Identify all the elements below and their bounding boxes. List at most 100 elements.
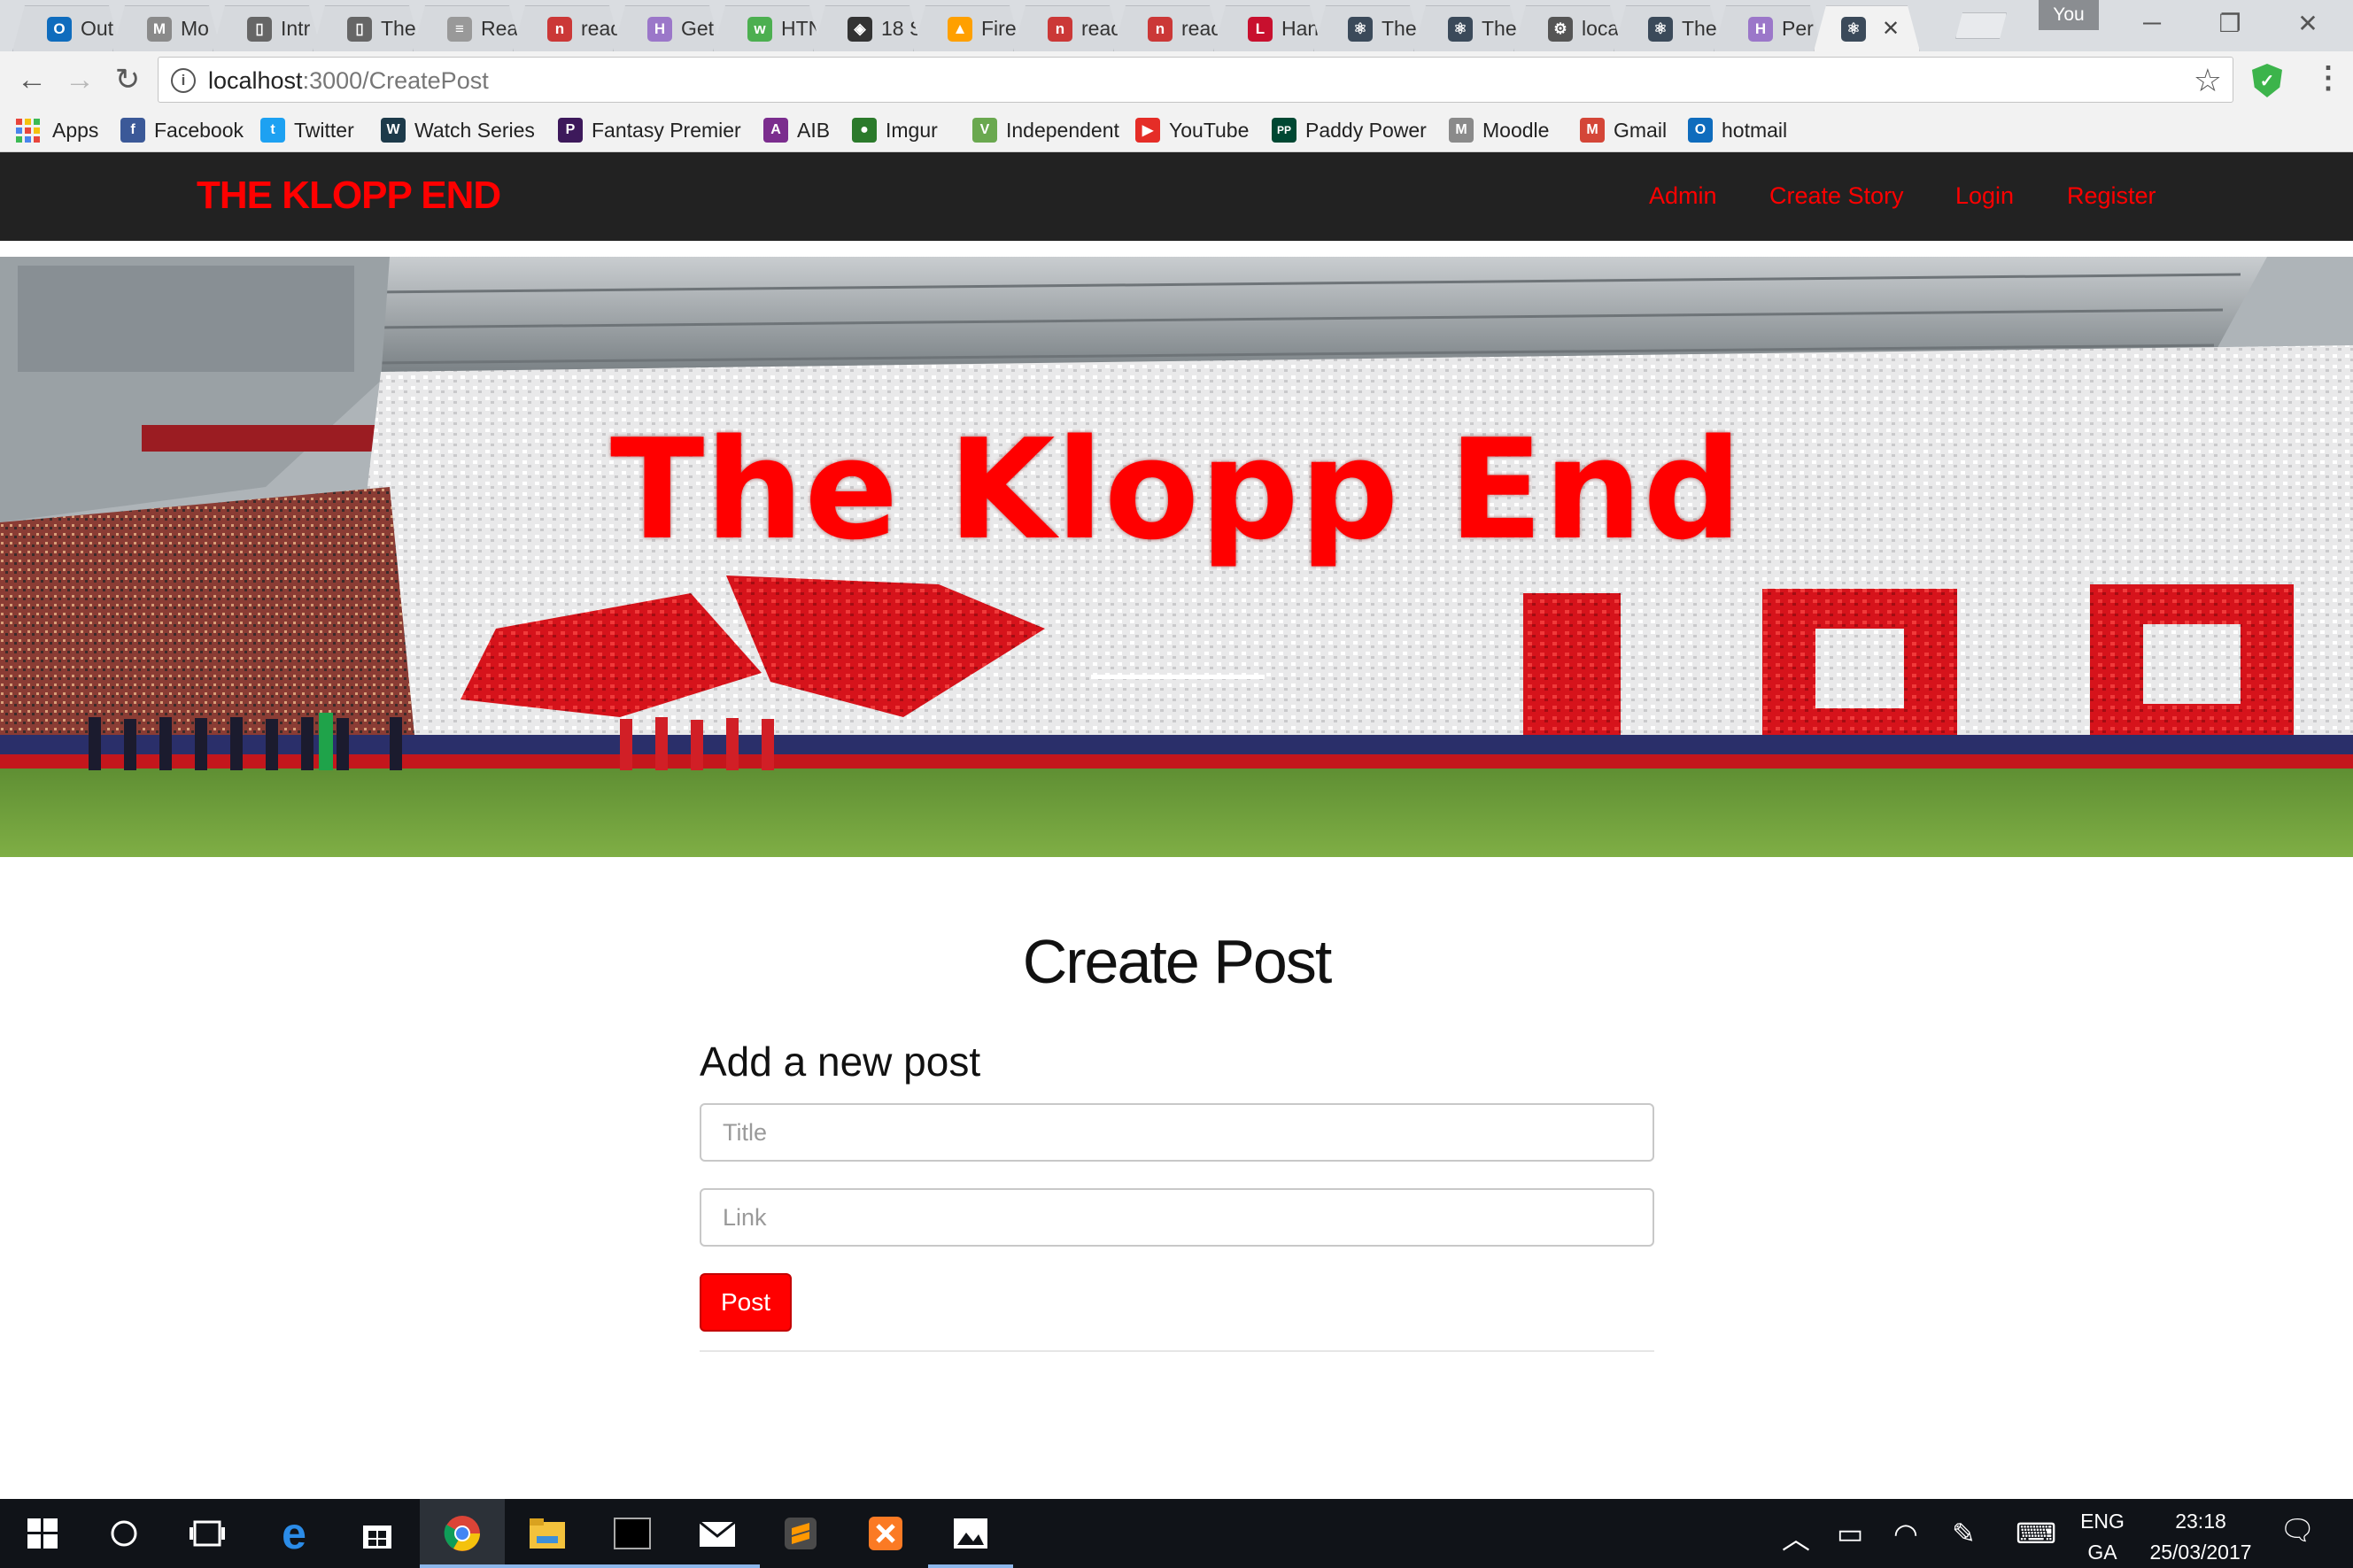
battery-icon[interactable]: ▭ (1837, 1517, 1863, 1550)
gear-icon: ⚙ (1548, 17, 1573, 42)
browser-tab-strip: O Out M Mo ▯ Intr ▯ The ≡ Rea n reac H Get w HTN ◈ 18 S ▲ F… (0, 0, 2353, 51)
browser-tab[interactable]: H Per (1714, 5, 1823, 51)
hero-title: The Klopp End (609, 409, 1744, 570)
apps-grid-icon (16, 118, 40, 143)
restore-button[interactable]: ❐ (2191, 0, 2269, 46)
browser-tab[interactable]: n reac (513, 5, 622, 51)
bookmark-fantasy-premier[interactable]: P Fantasy Premier (558, 115, 741, 145)
xampp-icon[interactable] (843, 1499, 928, 1568)
bookmark-star-icon[interactable]: ☆ (2194, 62, 2222, 99)
browser-tab[interactable]: ⚛ The (1313, 5, 1422, 51)
bookmark-facebook[interactable]: f Facebook (120, 115, 244, 145)
tab-title: Fire (981, 17, 1017, 40)
cortana-icon[interactable] (81, 1499, 166, 1568)
browser-tab[interactable]: M Mo (112, 5, 221, 51)
nav-link-create-story[interactable]: Create Story (1769, 182, 1904, 210)
browser-tab[interactable]: n reac (1013, 5, 1122, 51)
browser-tab[interactable]: ⚙ loca (1513, 5, 1622, 51)
close-window-button[interactable]: ✕ (2269, 0, 2347, 46)
pen-icon[interactable]: ✎ (1952, 1517, 1976, 1550)
bookmark-label: AIB (797, 118, 831, 142)
tab-title: The (1682, 17, 1717, 40)
post-button[interactable]: Post (700, 1273, 792, 1332)
browser-tab[interactable]: H Get (613, 5, 722, 51)
outlook-icon: O (47, 17, 72, 42)
browser-tab[interactable]: ▯ Intr (213, 5, 321, 51)
browser-tab[interactable]: L Han (1213, 5, 1322, 51)
link-input[interactable] (700, 1188, 1654, 1247)
browser-tab[interactable]: w HTN (713, 5, 822, 51)
minimize-button[interactable]: ─ (2113, 0, 2191, 46)
title-input[interactable] (700, 1103, 1654, 1162)
bookmark-imgur[interactable]: ● Imgur (852, 115, 938, 145)
mail-icon[interactable] (675, 1499, 760, 1568)
sublime-icon[interactable] (758, 1499, 843, 1568)
bookmark-youtube[interactable]: ▶ YouTube (1135, 115, 1249, 145)
photos-icon[interactable] (928, 1499, 1013, 1568)
site-info-icon[interactable]: i (171, 68, 196, 93)
browser-tab[interactable]: ⚛ The (1413, 5, 1522, 51)
bookmark-hotmail[interactable]: Ohotmail (1688, 115, 1787, 145)
adblock-shield-icon[interactable]: ✓ (2252, 64, 2282, 97)
browser-tab[interactable]: O Out (12, 5, 121, 51)
nav-link-login[interactable]: Login (1955, 182, 2014, 210)
bookmark-gmail[interactable]: M Gmail (1580, 115, 1667, 145)
store-icon[interactable] (335, 1499, 420, 1568)
language-indicator[interactable]: ENG GA (2076, 1510, 2129, 1564)
liverpool-icon: L (1248, 17, 1273, 42)
web-page: THE KLOPP END Admin Create Story Login R… (0, 152, 2353, 1499)
premier-league-icon: P (558, 118, 583, 143)
reload-icon[interactable]: ↻ (106, 58, 149, 101)
react-icon: ⚛ (1348, 17, 1373, 42)
chrome-icon[interactable] (420, 1499, 505, 1568)
site-navbar: THE KLOPP END Admin Create Story Login R… (0, 152, 2353, 241)
tab-title: 18 S (881, 17, 921, 40)
file-explorer-icon[interactable] (505, 1499, 590, 1568)
bookmark-aib[interactable]: A AIB (763, 115, 830, 145)
bookmark-label: Fantasy Premier (592, 118, 741, 142)
terminal-icon[interactable] (590, 1499, 675, 1568)
bookmark-moodle[interactable]: M Moodle (1449, 115, 1549, 145)
clock[interactable]: 23:18 25/03/2017 (2134, 1510, 2267, 1564)
bookmark-apps[interactable]: Apps (16, 115, 98, 145)
browser-tab[interactable]: ▲ Fire (913, 5, 1022, 51)
task-view-icon[interactable] (165, 1499, 250, 1568)
notifications-icon[interactable]: 🗨 (2279, 1513, 2316, 1547)
nav-link-register[interactable]: Register (2067, 182, 2156, 210)
bookmark-label: Moodle (1482, 118, 1550, 142)
wifi-icon[interactable]: ◠ (1893, 1517, 1918, 1550)
bookmark-watch-series[interactable]: W Watch Series (381, 115, 535, 145)
nav-link-admin[interactable]: Admin (1649, 182, 1717, 210)
back-arrow-icon[interactable]: ← (11, 58, 53, 101)
bookmark-independent[interactable]: V Independent (972, 115, 1119, 145)
tab-title: HTN (781, 17, 821, 40)
bookmark-label: Gmail (1614, 118, 1668, 142)
windows-start-icon[interactable] (0, 1499, 85, 1568)
twitter-icon: t (260, 118, 285, 143)
bookmark-label: Watch Series (414, 118, 535, 142)
bookmark-paddy-power[interactable]: PP Paddy Power (1272, 115, 1427, 145)
browser-tab[interactable]: ▯ The (313, 5, 422, 51)
bookmark-twitter[interactable]: t Twitter (260, 115, 354, 145)
profile-badge[interactable]: You (2039, 0, 2099, 30)
create-post-form: Add a new post Post (700, 1038, 1654, 1332)
browser-tab[interactable]: n reac (1113, 5, 1222, 51)
browser-tab[interactable]: ◈ 18 S (813, 5, 922, 51)
keyboard-icon[interactable]: ⌨ (2016, 1517, 2056, 1550)
browser-tab[interactable]: ≡ Rea (413, 5, 522, 51)
browser-menu-icon[interactable]: ⋮ (2313, 60, 2343, 96)
show-hidden-icons-chevron-icon[interactable]: ︿ (1782, 1517, 1810, 1557)
close-tab-icon[interactable]: ✕ (1882, 16, 1900, 42)
new-tab-button[interactable] (1955, 12, 2007, 39)
browser-tab[interactable]: ⚛ ✕ (1814, 5, 1920, 51)
site-brand[interactable]: THE KLOPP END (197, 174, 501, 218)
forward-arrow-icon[interactable]: → (58, 58, 101, 101)
npm-icon: n (547, 17, 572, 42)
url-text[interactable]: localhost:3000/CreatePost (208, 67, 489, 95)
tab-title: Han (1281, 17, 1320, 40)
browser-tab[interactable]: ⚛ The (1614, 5, 1722, 51)
tab-title: The (381, 17, 416, 40)
edge-icon[interactable]: e (252, 1499, 337, 1568)
address-bar[interactable]: i localhost:3000/CreatePost ☆ (158, 57, 2233, 103)
bookmark-label: Twitter (294, 118, 354, 142)
